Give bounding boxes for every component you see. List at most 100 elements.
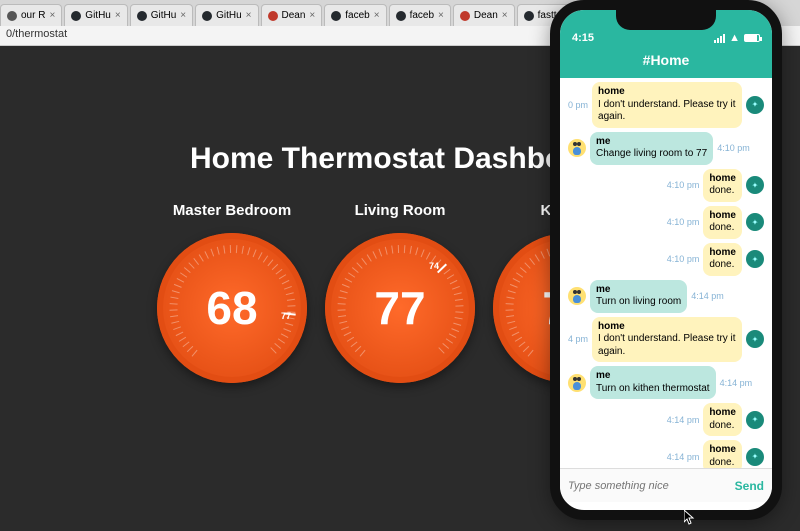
- thermostat-dial[interactable]: 7774: [325, 233, 475, 383]
- bot-avatar-icon: ✦: [746, 213, 764, 231]
- tab-close-icon[interactable]: ×: [49, 10, 55, 21]
- user-avatar-icon: [568, 139, 586, 157]
- chat-row: meTurn on kithen thermostat 4:14 pm: [564, 366, 768, 399]
- timestamp: 4 pm: [568, 334, 588, 344]
- chat-row: 4:14 pmhomedone.✦: [564, 403, 768, 436]
- chat-input[interactable]: [568, 480, 735, 492]
- browser-tab[interactable]: GitHu×: [130, 4, 193, 26]
- setpoint-label: 77: [281, 311, 291, 321]
- bot-avatar-icon: ✦: [746, 176, 764, 194]
- chat-bubble: meChange living room to 77: [590, 132, 713, 165]
- room-label: Master Bedroom: [173, 202, 291, 219]
- browser-tab[interactable]: our R ×: [0, 4, 62, 26]
- tab-close-icon[interactable]: ×: [246, 10, 252, 21]
- tab-favicon-icon: [7, 11, 17, 21]
- chat-row: 0 pm homeI don't understand. Please try i…: [564, 82, 768, 128]
- chat-bubble: homedone.: [703, 206, 742, 239]
- thermostat-dial[interactable]: 6877: [157, 233, 307, 383]
- chat-bubble: homedone.: [703, 440, 742, 468]
- message-text: done.: [709, 259, 734, 270]
- tab-close-icon[interactable]: ×: [374, 10, 380, 21]
- tab-favicon-icon: [202, 11, 212, 21]
- chat-row: 4:10 pmhomedone.✦: [564, 243, 768, 276]
- message-text: done.: [709, 185, 734, 196]
- tab-favicon-icon: [396, 11, 406, 21]
- browser-tab[interactable]: faceb ×: [324, 4, 386, 26]
- timestamp: 4:14 pm: [720, 378, 753, 388]
- sender-label: home: [709, 210, 736, 223]
- browser-tab[interactable]: faceb×: [389, 4, 451, 26]
- chat-bubble: homedone.: [703, 169, 742, 202]
- wifi-icon: ▲: [729, 32, 740, 44]
- send-button[interactable]: Send: [735, 479, 764, 493]
- chat-row: 4:10 pmhomedone.✦: [564, 169, 768, 202]
- tab-close-icon[interactable]: ×: [438, 10, 444, 21]
- timestamp: 4:10 pm: [667, 180, 700, 190]
- user-avatar-icon: [568, 374, 586, 392]
- message-text: Change living room to 77: [596, 148, 707, 159]
- chat-bubble: meTurn on kithen thermostat: [590, 366, 716, 399]
- sender-label: home: [709, 407, 736, 420]
- message-text: I don't understand. Please try it again.: [598, 333, 736, 357]
- browser-tab[interactable]: GitHu ×: [195, 4, 258, 26]
- dial-column: Master Bedroom 6877: [157, 202, 307, 383]
- message-text: done.: [709, 222, 734, 233]
- status-icons: ▲: [714, 32, 760, 44]
- phone-notch: [616, 10, 716, 30]
- timestamp: 4:10 pm: [717, 143, 750, 153]
- browser-tab[interactable]: GitHu ×: [64, 4, 127, 26]
- chat-row: 4 pm homeI don't understand. Please try i…: [564, 317, 768, 363]
- bot-avatar-icon: ✦: [746, 330, 764, 348]
- chat-bubble: meTurn on living room: [590, 280, 687, 313]
- sender-label: me: [596, 370, 710, 383]
- chat-input-bar: Send: [560, 468, 772, 502]
- chat-row: meChange living room to 77 4:10 pm: [564, 132, 768, 165]
- tab-title: Dean: [474, 10, 498, 21]
- tab-favicon-icon: [137, 11, 147, 21]
- tab-title: our R: [21, 10, 45, 21]
- tab-favicon-icon: [460, 11, 470, 21]
- bot-avatar-icon: ✦: [746, 411, 764, 429]
- tab-close-icon[interactable]: ×: [180, 10, 186, 21]
- chat-scroll[interactable]: 0 pmhomeI don't understand. Please try i…: [560, 78, 772, 468]
- tab-title: faceb: [345, 10, 369, 21]
- chat-bubble: homeI don't understand. Please try it ag…: [592, 82, 742, 128]
- sender-label: me: [596, 284, 681, 297]
- bot-avatar-icon: ✦: [746, 448, 764, 466]
- tab-favicon-icon: [331, 11, 341, 21]
- tab-close-icon[interactable]: ×: [309, 10, 315, 21]
- tab-title: GitHu: [216, 10, 242, 21]
- sender-label: home: [598, 321, 736, 334]
- tab-close-icon[interactable]: ×: [502, 10, 508, 21]
- timestamp: 4:10 pm: [667, 254, 700, 264]
- dial-column: Living Room 7774: [325, 202, 475, 383]
- room-label: Living Room: [355, 202, 446, 219]
- message-text: done.: [709, 420, 734, 431]
- chat-header: #Home: [560, 46, 772, 78]
- status-time: 4:15: [572, 32, 594, 44]
- bot-avatar-icon: ✦: [746, 250, 764, 268]
- chat-bubble: homeI don't understand. Please try it ag…: [592, 317, 742, 363]
- sender-label: home: [709, 173, 736, 186]
- chat-bubble: homedone.: [703, 403, 742, 436]
- chat-bubble: homedone.: [703, 243, 742, 276]
- sender-label: home: [709, 444, 736, 457]
- sender-label: home: [709, 247, 736, 260]
- tab-close-icon[interactable]: ×: [115, 10, 121, 21]
- browser-tab[interactable]: Dean×: [261, 4, 323, 26]
- message-text: Turn on living room: [596, 296, 681, 307]
- signal-icon: [714, 34, 725, 43]
- chat-row: 4:10 pmhomedone.✦: [564, 206, 768, 239]
- timestamp: 0 pm: [568, 100, 588, 110]
- sender-label: home: [598, 86, 736, 99]
- browser-tab[interactable]: Dean ×: [453, 4, 515, 26]
- mouse-cursor-icon: [684, 510, 696, 526]
- chat-row: meTurn on living room 4:14 pm: [564, 280, 768, 313]
- tab-title: GitHu: [85, 10, 111, 21]
- battery-icon: [744, 34, 760, 42]
- tab-favicon-icon: [268, 11, 278, 21]
- tab-favicon-icon: [71, 11, 81, 21]
- sender-label: me: [596, 136, 707, 149]
- timestamp: 4:14 pm: [691, 291, 724, 301]
- chat-row: 4:14 pmhomedone.✦: [564, 440, 768, 468]
